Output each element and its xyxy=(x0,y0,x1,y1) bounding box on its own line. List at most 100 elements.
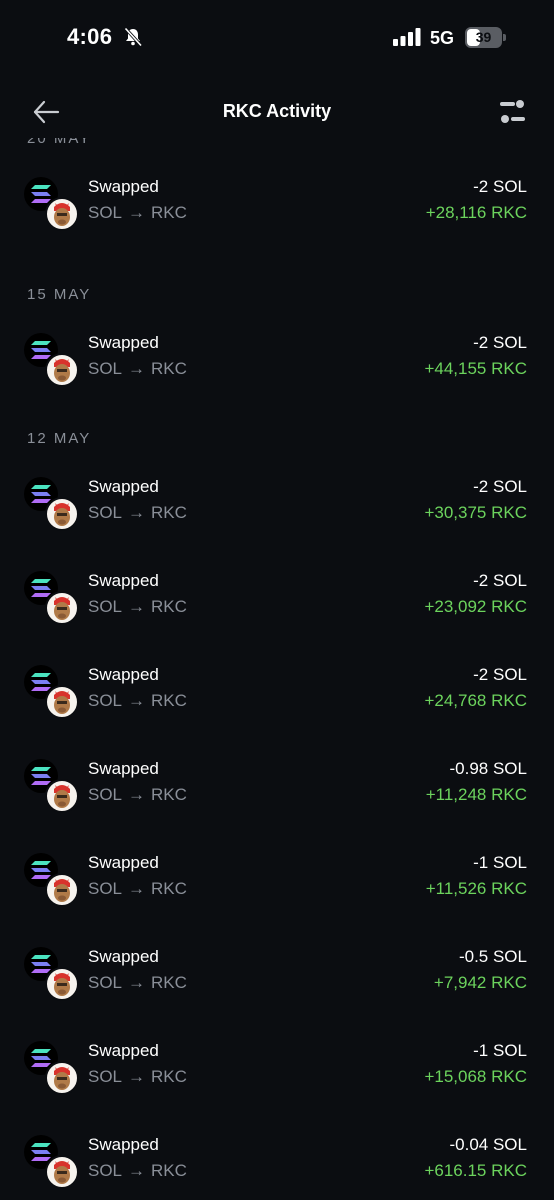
swap-pair: SOL → RKC xyxy=(88,785,187,805)
rkc-token-icon xyxy=(45,197,79,231)
swap-to-token: RKC xyxy=(151,597,187,616)
section-date-header: 15 MAY xyxy=(27,286,92,303)
token-pair-icon xyxy=(24,853,80,911)
received-amount: +7,942 RKC xyxy=(433,973,527,992)
sent-amount: -0.98 SOL xyxy=(449,759,528,778)
swap-from-token: SOL xyxy=(88,503,123,522)
received-amount: +44,155 RKC xyxy=(424,359,527,378)
rkc-token-icon xyxy=(45,967,79,1001)
rkc-token-icon xyxy=(45,353,79,387)
sent-amount: -2 SOL xyxy=(473,477,527,496)
arrow-right-icon: → xyxy=(128,203,146,222)
rkc-token-icon xyxy=(45,873,79,907)
rkc-token-icon xyxy=(45,591,79,625)
transaction-type: Swapped xyxy=(88,853,159,872)
token-pair-icon xyxy=(24,571,80,629)
transaction-type: Swapped xyxy=(88,665,159,684)
transaction-type: Swapped xyxy=(88,1135,159,1154)
received-amount: +23,092 RKC xyxy=(424,597,527,616)
filter-button[interactable] xyxy=(496,97,528,127)
swap-to-token: RKC xyxy=(151,503,187,522)
swap-to-token: RKC xyxy=(151,879,187,898)
swap-pair: SOL → RKC xyxy=(88,359,187,379)
transaction-row[interactable]: Swapped SOL → RKC -2 SOL +30,375 RKC xyxy=(0,477,554,539)
top-nav: RKC Activity xyxy=(0,86,554,138)
transaction-row[interactable]: Swapped SOL → RKC -0.98 SOL +11,248 RKC xyxy=(0,759,554,821)
transaction-row[interactable]: Swapped SOL → RKC -2 SOL +24,768 RKC xyxy=(0,665,554,727)
swap-from-token: SOL xyxy=(88,1067,123,1086)
arrow-right-icon: → xyxy=(128,597,146,616)
signal-icon xyxy=(393,28,421,46)
transaction-type: Swapped xyxy=(88,947,159,966)
received-amount: +28,116 RKC xyxy=(425,203,527,222)
sent-amount: -0.04 SOL xyxy=(449,1135,528,1154)
swap-to-token: RKC xyxy=(151,359,187,378)
activity-feed[interactable]: 20 MAY Swapped SOL → RKC -2 SOL +28,116 RKC 15 … xyxy=(0,138,554,1200)
rkc-token-icon xyxy=(45,497,79,531)
swap-to-token: RKC xyxy=(151,973,187,992)
transaction-type: Swapped xyxy=(88,571,159,590)
sent-amount: -2 SOL xyxy=(473,665,527,684)
rkc-token-icon xyxy=(45,1061,79,1095)
sent-amount: -1 SOL xyxy=(473,853,527,872)
swap-from-token: SOL xyxy=(88,879,123,898)
battery-icon: 39 xyxy=(465,27,507,48)
battery-level: 39 xyxy=(475,29,492,45)
bell-muted-icon xyxy=(124,27,143,47)
arrow-right-icon: → xyxy=(128,1161,146,1180)
swap-to-token: RKC xyxy=(151,1067,187,1086)
transaction-row[interactable]: Swapped SOL → RKC -2 SOL +44,155 RKC xyxy=(0,333,554,395)
swap-to-token: RKC xyxy=(151,785,187,804)
transaction-row[interactable]: Swapped SOL → RKC -2 SOL +28,116 RKC xyxy=(0,177,554,239)
sent-amount: -2 SOL xyxy=(473,333,527,352)
received-amount: +15,068 RKC xyxy=(424,1067,527,1086)
token-pair-icon xyxy=(24,333,80,391)
rkc-token-icon xyxy=(45,685,79,719)
token-pair-icon xyxy=(24,477,80,535)
transaction-row[interactable]: Swapped SOL → RKC -0.04 SOL +616.15 RKC xyxy=(0,1135,554,1197)
section-date-header: 20 MAY xyxy=(27,138,92,147)
token-pair-icon xyxy=(24,759,80,817)
transaction-row[interactable]: Swapped SOL → RKC -1 SOL +15,068 RKC xyxy=(0,1041,554,1103)
token-pair-icon xyxy=(24,1135,80,1193)
swap-to-token: RKC xyxy=(151,1161,187,1180)
swap-from-token: SOL xyxy=(88,597,123,616)
swap-from-token: SOL xyxy=(88,1161,123,1180)
transaction-row[interactable]: Swapped SOL → RKC -2 SOL +23,092 RKC xyxy=(0,571,554,633)
transaction-row[interactable]: Swapped SOL → RKC -0.5 SOL +7,942 RKC xyxy=(0,947,554,1009)
arrow-right-icon: → xyxy=(128,1067,146,1086)
arrow-right-icon: → xyxy=(128,359,146,378)
swap-to-token: RKC xyxy=(151,203,187,222)
swap-to-token: RKC xyxy=(151,691,187,710)
received-amount: +11,248 RKC xyxy=(425,785,527,804)
section-date-header: 12 MAY xyxy=(27,430,92,447)
arrow-right-icon: → xyxy=(128,691,146,710)
swap-pair: SOL → RKC xyxy=(88,1067,187,1087)
swap-from-token: SOL xyxy=(88,203,123,222)
arrow-right-icon: → xyxy=(128,503,146,522)
transaction-type: Swapped xyxy=(88,1041,159,1060)
received-amount: +11,526 RKC xyxy=(425,879,527,898)
received-amount: +30,375 RKC xyxy=(424,503,527,522)
swap-pair: SOL → RKC xyxy=(88,879,187,899)
arrow-right-icon: → xyxy=(128,879,146,898)
swap-from-token: SOL xyxy=(88,359,123,378)
transaction-type: Swapped xyxy=(88,333,159,352)
transaction-type: Swapped xyxy=(88,477,159,496)
swap-pair: SOL → RKC xyxy=(88,691,187,711)
token-pair-icon xyxy=(24,1041,80,1099)
transaction-row[interactable]: Swapped SOL → RKC -1 SOL +11,526 RKC xyxy=(0,853,554,915)
status-bar: 4:06 5G 39 xyxy=(0,0,554,76)
swap-from-token: SOL xyxy=(88,785,123,804)
arrow-right-icon: → xyxy=(128,785,146,804)
received-amount: +24,768 RKC xyxy=(424,691,527,710)
swap-pair: SOL → RKC xyxy=(88,597,187,617)
swap-pair: SOL → RKC xyxy=(88,973,187,993)
rkc-token-icon xyxy=(45,779,79,813)
received-amount: +616.15 RKC xyxy=(424,1161,527,1180)
sent-amount: -2 SOL xyxy=(473,177,527,196)
network-type: 5G xyxy=(430,28,455,48)
transaction-type: Swapped xyxy=(88,177,159,196)
swap-from-token: SOL xyxy=(88,973,123,992)
status-time: 4:06 xyxy=(67,24,113,49)
